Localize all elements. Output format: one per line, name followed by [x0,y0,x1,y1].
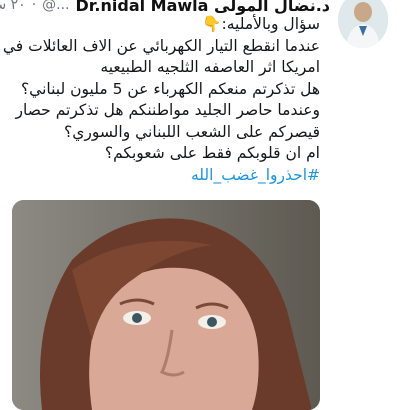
tweet-line: وعندما حاصر الجليد مواطننكم هل تذكرتم حص… [15,101,320,119]
tweet-text: سؤال وبالأمليه:👇 عندما انقطع التيار الكه… [2,14,320,187]
tweet-line: قيصركم على الشعب اللبناني والسوري؟ [64,122,320,141]
author-handle[interactable]: @... [42,0,69,13]
tweet-line: ام ان قلوبكم فقط على شعوبكم؟ [104,144,320,162]
tweet-line: عندما انقطع التيار الكهربائي عن الاف الع… [2,36,320,55]
tweet-line: سؤال وبالأمليه:👇 [202,15,320,33]
tweet[interactable]: د.نضال المولى Dr.nidal Mawla @... · ٢٠ س… [0,0,400,410]
tweet-line: هل تذكرتم منعكم الكهرباء عن 5 مليون لبنا… [20,79,320,98]
author-name[interactable]: د.نضال المولى Dr.nidal Mawla [76,0,330,15]
hashtag-link[interactable]: #احذروا_غضب_الله [6,165,320,187]
tweet-time[interactable]: ٢٠ س [0,0,26,13]
tweet-line: امريكا اثر العاصفه الثلجيه الطبيعيه [100,58,320,76]
tweet-media-photo[interactable] [12,200,320,410]
separator-dot: · [31,0,37,13]
avatar[interactable] [338,0,388,48]
pointing-down-emoji: 👇 [202,15,222,33]
